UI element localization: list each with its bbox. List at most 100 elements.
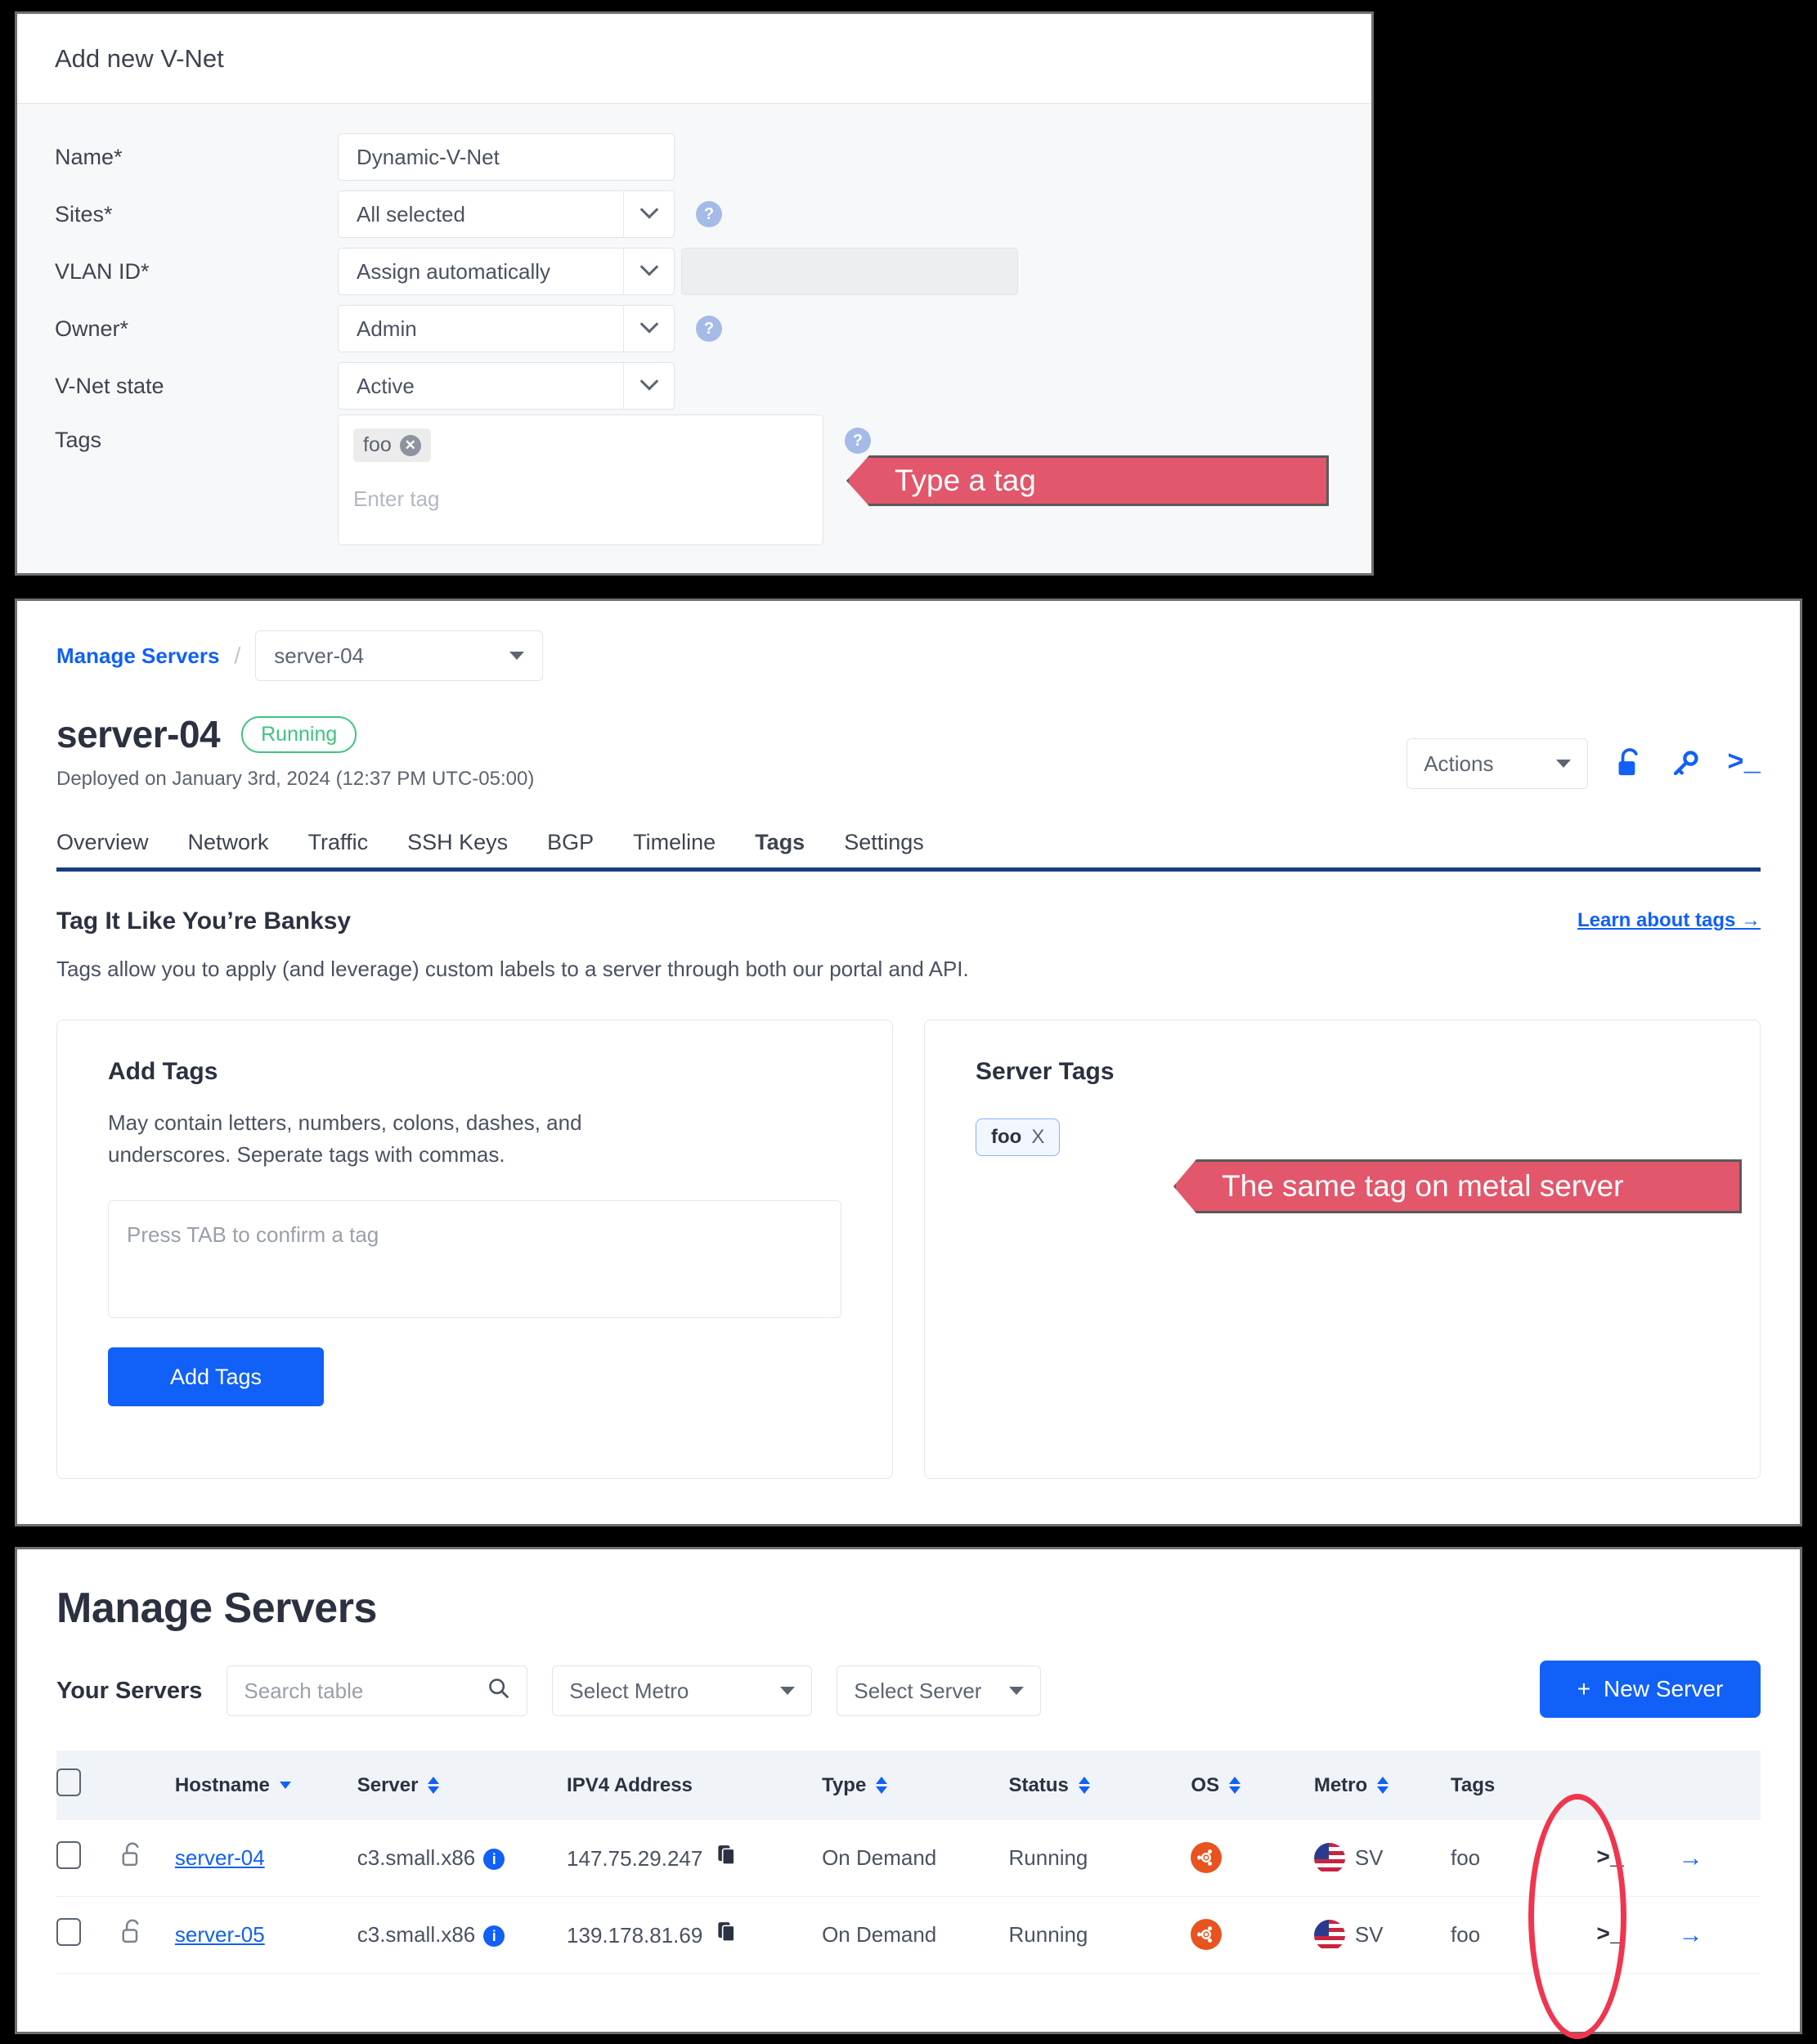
unlock-icon[interactable] bbox=[120, 1919, 145, 1951]
field-row-vlan: VLAN ID* Assign automatically bbox=[17, 243, 1371, 300]
table-row[interactable]: server-04 c3.small.x86 i 147.75.29.247 On… bbox=[56, 1820, 1761, 1897]
th-server[interactable]: Server bbox=[357, 1750, 567, 1820]
row-checkbox[interactable] bbox=[56, 1918, 81, 1946]
vnet-state-select-value: Active bbox=[357, 373, 415, 398]
vlan-select[interactable]: Assign automatically bbox=[338, 248, 675, 295]
row-hostname-cell[interactable]: server-05 bbox=[175, 1897, 357, 1974]
unlock-icon[interactable] bbox=[1616, 748, 1644, 779]
search-input[interactable]: Search table bbox=[227, 1665, 528, 1716]
table-row[interactable]: server-05 c3.small.x86 i 139.178.81.69 On… bbox=[56, 1897, 1761, 1974]
terminal-icon[interactable]: >_ bbox=[1596, 1846, 1624, 1871]
sort-both-icon bbox=[1377, 1777, 1389, 1794]
server-plan: c3.small.x86 bbox=[357, 1845, 476, 1870]
metro-code: SV bbox=[1354, 1845, 1384, 1870]
th-select-all[interactable] bbox=[56, 1750, 120, 1820]
dialog-header: Add new V-Net bbox=[17, 14, 1371, 104]
name-input[interactable]: Dynamic-V-Net bbox=[338, 133, 675, 181]
new-server-button[interactable]: + New Server bbox=[1540, 1661, 1761, 1718]
metro-filter-select[interactable]: Select Metro bbox=[552, 1665, 813, 1716]
help-icon-sites[interactable]: ? bbox=[696, 201, 722, 227]
field-row-sites: Sites* All selected ? bbox=[17, 186, 1371, 243]
owner-label: Owner* bbox=[55, 316, 129, 341]
arrow-right-icon[interactable]: → bbox=[1679, 1921, 1703, 1948]
terminal-icon[interactable]: >_ bbox=[1596, 1923, 1624, 1948]
remove-tag-icon[interactable]: ✕ bbox=[399, 434, 421, 456]
server-actions: Actions >_ bbox=[1406, 738, 1761, 789]
th-hostname[interactable]: Hostname bbox=[175, 1750, 357, 1820]
metro-code: SV bbox=[1354, 1922, 1384, 1947]
tab-network[interactable]: Network bbox=[188, 830, 269, 872]
row-hostname-cell[interactable]: server-04 bbox=[175, 1820, 357, 1897]
us-flag-icon bbox=[1313, 1842, 1345, 1874]
add-tags-button[interactable]: Add Tags bbox=[108, 1347, 324, 1406]
owner-select[interactable]: Admin bbox=[338, 305, 675, 352]
sort-desc-icon bbox=[279, 1782, 291, 1789]
tab-bgp[interactable]: BGP bbox=[547, 830, 594, 872]
chevron-down-icon bbox=[780, 1687, 796, 1695]
select-all-checkbox[interactable] bbox=[56, 1768, 81, 1796]
server-selector[interactable]: server-04 bbox=[255, 630, 544, 681]
chevron-down-icon bbox=[623, 191, 674, 237]
add-tags-input[interactable]: Press TAB to confirm a tag bbox=[108, 1200, 841, 1318]
th-metro[interactable]: Metro bbox=[1314, 1750, 1451, 1820]
info-icon[interactable]: i bbox=[483, 1849, 505, 1871]
learn-about-tags-link[interactable]: Learn about tags → bbox=[1577, 909, 1761, 932]
actions-dropdown[interactable]: Actions bbox=[1406, 738, 1589, 789]
server-filter-select[interactable]: Select Server bbox=[837, 1665, 1042, 1716]
row-open-cell[interactable]: → bbox=[1679, 1820, 1761, 1897]
row-status-cell: Running bbox=[1008, 1845, 1088, 1870]
terminal-icon[interactable]: >_ bbox=[1727, 748, 1761, 779]
row-console-cell[interactable]: >_ bbox=[1596, 1897, 1678, 1974]
search-icon bbox=[487, 1677, 510, 1706]
callout-same-tag-on-metal-server: The same tag on metal server bbox=[1173, 1159, 1742, 1213]
breadcrumb-link-manage-servers[interactable]: Manage Servers bbox=[56, 643, 219, 669]
tab-ssh-keys[interactable]: SSH Keys bbox=[407, 830, 508, 872]
th-status[interactable]: Status bbox=[1009, 1750, 1191, 1820]
row-checkbox-cell[interactable] bbox=[56, 1820, 120, 1897]
th-status-label: Status bbox=[1008, 1773, 1069, 1796]
table-header-row: Hostname Server IPV4 Address Type Status… bbox=[56, 1750, 1761, 1820]
add-tags-input-placeholder: Press TAB to confirm a tag bbox=[127, 1222, 379, 1247]
tags-input[interactable]: foo ✕ Enter tag bbox=[338, 415, 823, 545]
th-os[interactable]: OS bbox=[1191, 1750, 1313, 1820]
unlock-icon[interactable] bbox=[120, 1842, 145, 1874]
copy-icon[interactable] bbox=[717, 1922, 737, 1948]
tab-overview[interactable]: Overview bbox=[56, 830, 149, 872]
hostname-link[interactable]: server-05 bbox=[175, 1922, 265, 1947]
arrow-right-icon[interactable]: → bbox=[1679, 1845, 1703, 1871]
vnet-state-select[interactable]: Active bbox=[338, 362, 675, 410]
row-server-cell: c3.small.x86 i bbox=[357, 1897, 567, 1974]
row-metro-cell: SV bbox=[1313, 1820, 1451, 1897]
table-body: server-04 c3.small.x86 i 147.75.29.247 On… bbox=[56, 1820, 1761, 1974]
help-icon-owner[interactable]: ? bbox=[696, 316, 722, 342]
row-console-cell[interactable]: >_ bbox=[1596, 1820, 1678, 1897]
remove-server-tag-icon[interactable]: X bbox=[1031, 1126, 1044, 1149]
server-tag-label: foo bbox=[991, 1126, 1022, 1148]
ubuntu-icon bbox=[1191, 1842, 1223, 1873]
row-checkbox[interactable] bbox=[56, 1841, 81, 1869]
tab-traffic[interactable]: Traffic bbox=[308, 830, 369, 872]
actions-dropdown-label: Actions bbox=[1424, 751, 1494, 776]
chevron-down-icon bbox=[623, 249, 674, 294]
row-os-cell bbox=[1191, 1897, 1313, 1974]
sites-select[interactable]: All selected bbox=[338, 191, 675, 238]
tab-timeline[interactable]: Timeline bbox=[633, 830, 716, 872]
key-icon[interactable] bbox=[1671, 750, 1699, 778]
server-filter-value: Select Server bbox=[854, 1678, 982, 1703]
th-type[interactable]: Type bbox=[822, 1750, 1008, 1820]
row-checkbox-cell[interactable] bbox=[56, 1897, 120, 1974]
row-open-cell[interactable]: → bbox=[1679, 1897, 1761, 1974]
row-lock-cell bbox=[120, 1820, 175, 1897]
info-icon[interactable]: i bbox=[483, 1925, 505, 1948]
copy-icon[interactable] bbox=[717, 1845, 737, 1871]
th-ipv4[interactable]: IPV4 Address bbox=[567, 1750, 822, 1820]
server-tag-chip: foo X bbox=[976, 1118, 1061, 1156]
manage-servers-panel: Manage Servers Your Servers Search table… bbox=[15, 1547, 1802, 2034]
callout-type-a-tag-label: Type a tag bbox=[895, 464, 1036, 497]
add-tags-card: Add Tags May contain letters, numbers, c… bbox=[56, 1020, 893, 1479]
help-icon-tags[interactable]: ? bbox=[845, 428, 871, 454]
tab-settings[interactable]: Settings bbox=[844, 830, 924, 872]
th-tags[interactable]: Tags bbox=[1451, 1750, 1596, 1820]
hostname-link[interactable]: server-04 bbox=[175, 1845, 265, 1870]
tab-tags[interactable]: Tags bbox=[755, 830, 805, 872]
